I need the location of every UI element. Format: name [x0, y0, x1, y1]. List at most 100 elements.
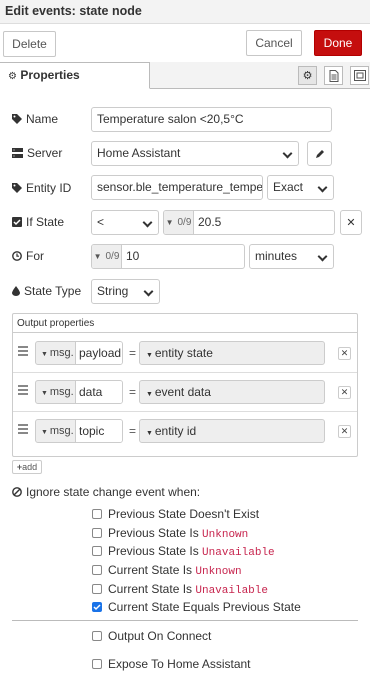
- value-text: entity id: [154, 424, 197, 438]
- caret-down-icon: ▼: [165, 218, 174, 227]
- checkbox[interactable]: [92, 659, 102, 669]
- output-properties-list: Output properties ▼ msg. payload = ▼ ent…: [12, 313, 358, 457]
- checkbox[interactable]: [92, 584, 102, 594]
- value-text: event data: [154, 385, 211, 399]
- close-icon: ✕: [340, 348, 349, 358]
- checkbox[interactable]: [92, 546, 102, 556]
- checkbox-label-text: Previous State Is: [108, 525, 203, 540]
- entity-id-label-text: Entity ID: [26, 181, 72, 195]
- state-type-select[interactable]: String: [91, 279, 160, 304]
- remove-row-button[interactable]: ✕: [338, 347, 351, 360]
- tab-description[interactable]: [324, 66, 343, 85]
- ignore-prev-unknown[interactable]: Previous State Is Unknown: [92, 525, 248, 541]
- if-state-label: If State: [12, 212, 64, 232]
- ignore-current-unknown[interactable]: Current State Is Unknown: [92, 562, 242, 578]
- entity-id-input[interactable]: sensor.ble_temperature_temperatu: [91, 175, 263, 200]
- checkbox[interactable]: [92, 565, 102, 575]
- state-type-label: State Type: [12, 281, 81, 301]
- for-label: For: [12, 246, 44, 266]
- checkbox-label: Current State Equals Previous State: [108, 600, 301, 614]
- ignore-current-unavailable[interactable]: Current State Is Unavailable: [92, 581, 268, 597]
- ignore-label-text: Ignore state change event when:: [26, 485, 201, 499]
- type-selector[interactable]: ▼ 0/9: [92, 245, 122, 268]
- ban-icon: [12, 487, 22, 497]
- checkbox-label-code: Unknown: [195, 565, 242, 578]
- ignore-current-equals-previous[interactable]: Current State Equals Previous State: [92, 599, 301, 615]
- checkbox-label-text: Current State Is: [108, 562, 196, 577]
- tab-appearance[interactable]: [350, 66, 369, 85]
- property-select[interactable]: ▼ msg. topic: [35, 419, 123, 443]
- ignore-label: Ignore state change event when:: [12, 482, 200, 502]
- edit-server-button[interactable]: [307, 141, 332, 166]
- if-state-value: 20.5: [198, 215, 222, 229]
- checkbox[interactable]: [92, 509, 102, 519]
- checkbox-label: Previous State Doesn't Exist: [108, 507, 260, 521]
- caret-down-icon: ▼: [146, 391, 155, 398]
- if-state-value-input[interactable]: ▼ 0/9 20.5: [163, 210, 335, 235]
- msg-prefix-text: msg.: [49, 386, 74, 398]
- caret-down-icon: ▼: [41, 429, 50, 436]
- msg-prefix-text: msg.: [49, 347, 74, 359]
- ignore-prev-unavailable[interactable]: Previous State Is Unavailable: [92, 543, 275, 559]
- entity-match-select[interactable]: Exact: [267, 175, 334, 200]
- if-state-label-text: If State: [26, 215, 65, 229]
- caret-down-icon: ▼: [93, 252, 102, 261]
- checkbox[interactable]: [92, 528, 102, 538]
- number-type-icon: 0/9: [177, 217, 192, 228]
- server-icon: [12, 148, 23, 158]
- for-value: 10: [126, 249, 140, 263]
- close-icon: ✕: [340, 426, 349, 436]
- property-select[interactable]: ▼ msg. payload: [35, 341, 123, 365]
- delete-button[interactable]: Delete: [3, 31, 56, 57]
- tab-properties[interactable]: ⚙ Properties: [0, 62, 150, 89]
- msg-prefix: ▼ msg.: [36, 381, 74, 403]
- drag-handle-icon[interactable]: [18, 385, 28, 395]
- value-select[interactable]: ▼ entity state: [139, 341, 325, 365]
- checkbox-label-text: Current State Is: [108, 581, 196, 596]
- server-label-text: Server: [27, 146, 63, 160]
- tab-properties-label: Properties: [20, 68, 80, 82]
- for-unit-select[interactable]: minutes: [249, 244, 334, 269]
- if-state-operator-select[interactable]: <: [91, 210, 159, 235]
- property-name[interactable]: data: [75, 381, 122, 403]
- name-label: Name: [12, 109, 58, 129]
- output-on-connect[interactable]: Output On Connect: [92, 628, 211, 644]
- remove-row-button[interactable]: ✕: [338, 386, 351, 399]
- server-label: Server: [12, 143, 62, 163]
- list-item: ▼ msg. data = ▼ event data ✕: [13, 373, 357, 412]
- done-button[interactable]: Done: [314, 30, 362, 56]
- cancel-button[interactable]: Cancel: [246, 30, 302, 56]
- server-select[interactable]: Home Assistant: [91, 141, 299, 166]
- image-icon: [353, 70, 366, 81]
- equals-sign: =: [129, 385, 137, 399]
- caret-down-icon: ▼: [146, 430, 155, 437]
- property-name[interactable]: payload: [75, 342, 122, 364]
- name-input[interactable]: Temperature salon <20,5°C: [91, 107, 332, 132]
- tag-icon: [12, 183, 22, 193]
- for-label-text: For: [26, 249, 44, 263]
- type-selector[interactable]: ▼ 0/9: [164, 211, 194, 234]
- equals-sign: =: [129, 346, 137, 360]
- close-icon: ✕: [340, 387, 349, 397]
- ignore-prev-not-exist[interactable]: Previous State Doesn't Exist: [92, 506, 259, 522]
- value-select[interactable]: ▼ event data: [139, 380, 325, 404]
- gear-icon: ⚙: [302, 70, 313, 82]
- drag-handle-icon[interactable]: [18, 346, 28, 356]
- drag-handle-icon[interactable]: [18, 424, 28, 434]
- checkbox-label-code: Unknown: [202, 528, 249, 541]
- dialog-title: Edit events: state node: [0, 0, 370, 24]
- tab-settings[interactable]: ⚙: [298, 66, 317, 85]
- value-select[interactable]: ▼ entity id: [139, 419, 325, 443]
- checkbox-label-text: Previous State Is: [108, 543, 203, 558]
- remove-row-button[interactable]: ✕: [338, 425, 351, 438]
- property-select[interactable]: ▼ msg. data: [35, 380, 123, 404]
- checkbox[interactable]: [92, 631, 102, 641]
- checkbox-checked[interactable]: [92, 602, 102, 612]
- remove-if-state-button[interactable]: ✕: [340, 210, 362, 235]
- add-property-button[interactable]: +add: [12, 460, 42, 474]
- checkbox-label: Expose To Home Assistant: [108, 657, 251, 671]
- expose-to-home-assistant[interactable]: Expose To Home Assistant: [92, 656, 251, 672]
- property-name[interactable]: topic: [75, 420, 122, 442]
- checkbox-label-code: Unavailable: [202, 546, 275, 559]
- for-value-input[interactable]: ▼ 0/9 10: [91, 244, 245, 269]
